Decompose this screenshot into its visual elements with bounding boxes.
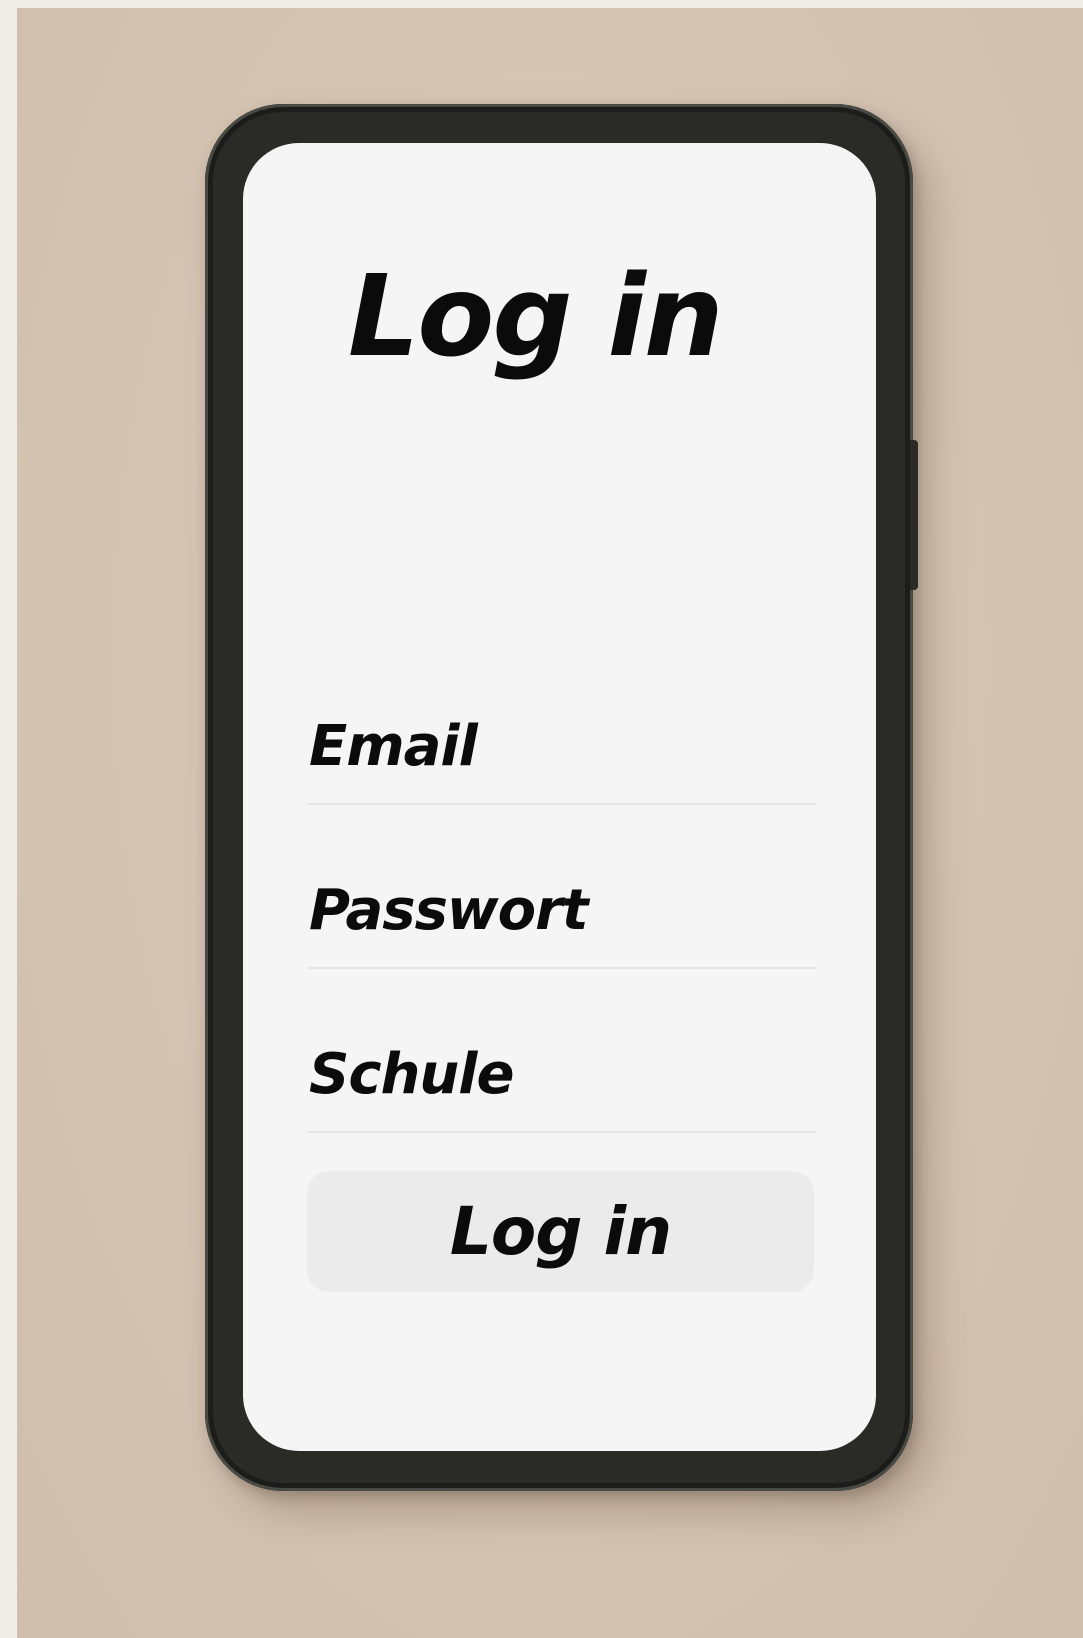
phone-screen: Log in Email Passwort Schule Log in [243, 143, 876, 1451]
email-field[interactable]: Email [307, 703, 821, 805]
page-title: Log in [348, 252, 724, 382]
school-input[interactable] [307, 1031, 821, 1133]
school-field[interactable]: Schule [307, 1031, 821, 1133]
login-button-label: Log in [449, 1192, 672, 1270]
email-input[interactable] [307, 703, 821, 805]
password-input[interactable] [307, 867, 821, 969]
password-field[interactable]: Passwort [307, 867, 821, 969]
login-button[interactable]: Log in [307, 1171, 814, 1292]
phone-side-button [910, 440, 918, 590]
